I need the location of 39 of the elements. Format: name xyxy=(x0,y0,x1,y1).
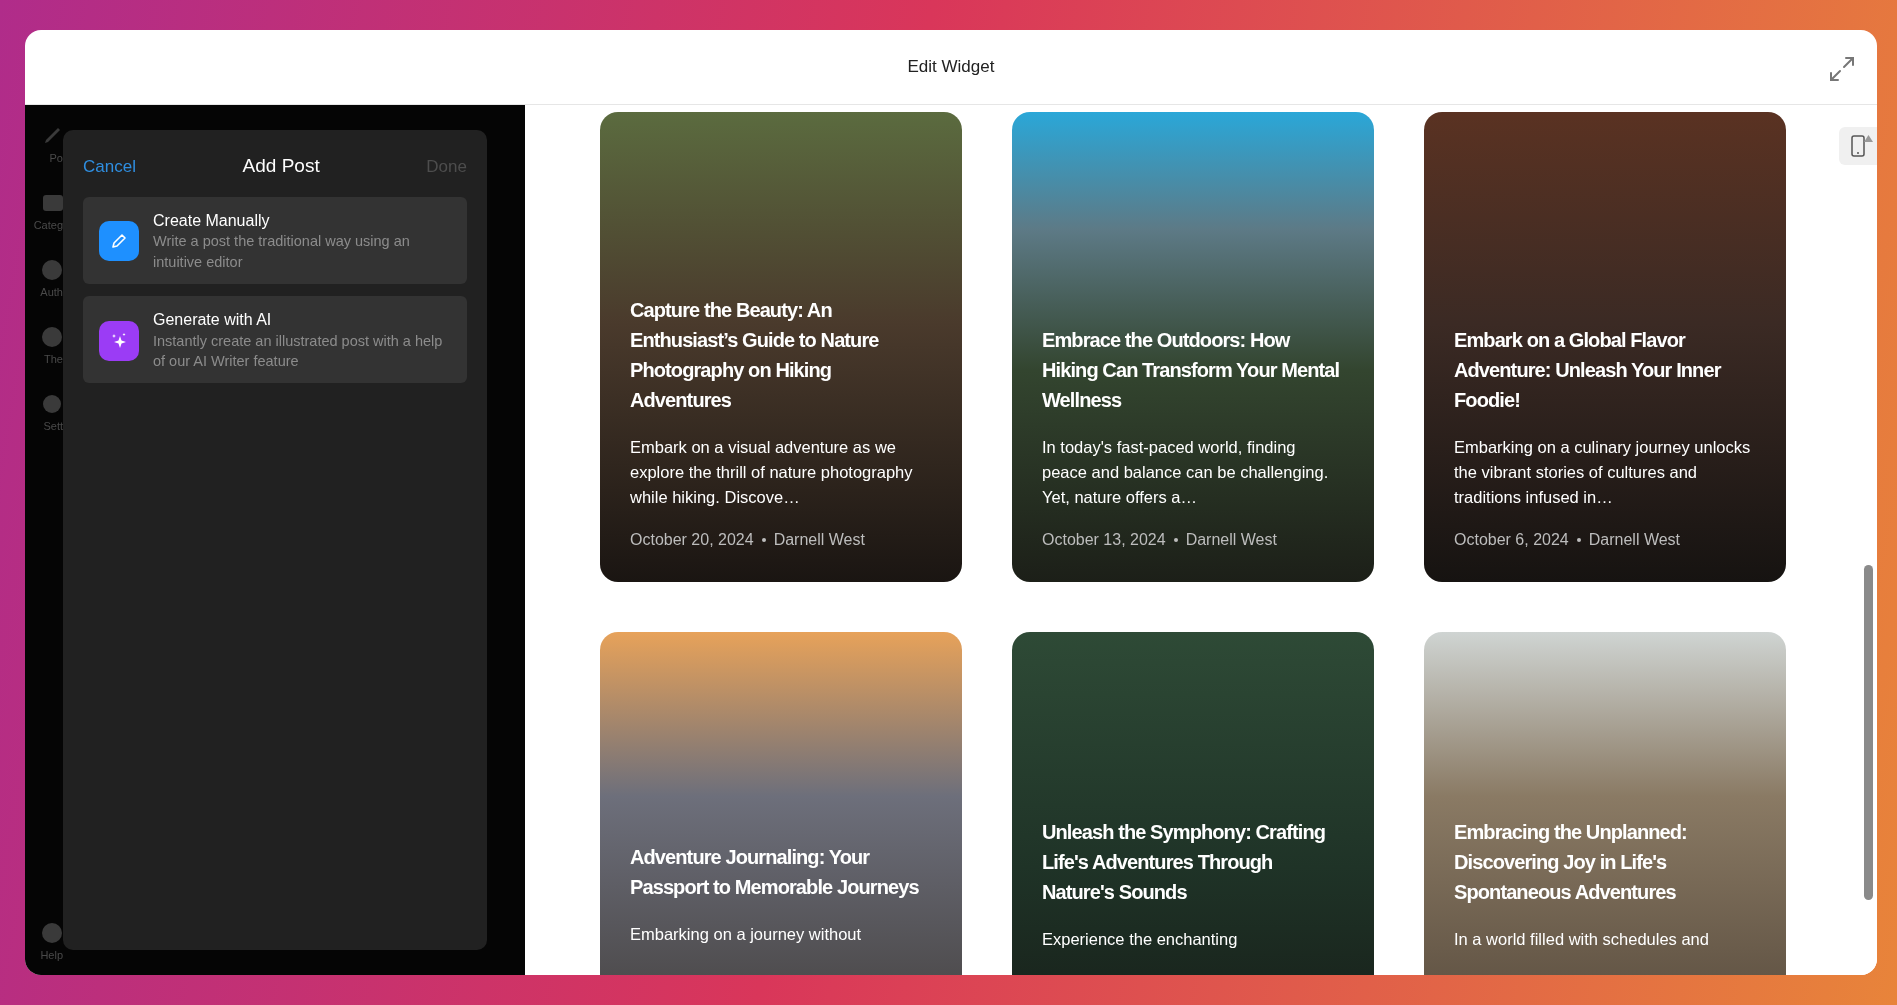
post-author: Darnell West xyxy=(1588,530,1681,550)
scroll-up-icon[interactable] xyxy=(1864,135,1873,142)
post-date: October 13, 2024 xyxy=(1042,530,1166,550)
post-excerpt: Embarking on a journey without xyxy=(630,924,863,945)
pencil-icon xyxy=(99,221,139,262)
post-excerpt: In today's fast-paced world, finding peace and balance can be challenging. Yet, nature offers a… xyxy=(1042,437,1330,508)
post-option[interactable]: Generate with AI Instantly create an illustrated post with a help of our AI Writer feature xyxy=(83,295,467,384)
post-excerpt: Embarking on a culinary journey unlocks the vibrant stories of cultures and traditions infused in… xyxy=(1454,437,1752,508)
post-author: Darnell West xyxy=(1185,530,1277,550)
post-excerpt: Experience the enchanting xyxy=(1042,929,1239,950)
sparkles-icon xyxy=(99,320,139,361)
post-excerpt: Embark on a visual adventure as we explore the thrill of nature photography while hiking. Discove… xyxy=(630,437,914,508)
post-card[interactable]: Embracing the Unplanned: Discovering Joy in Life's Spontaneous Adventures In a world filled with schedules and xyxy=(1424,632,1786,975)
expand-icon[interactable] xyxy=(1829,56,1855,82)
post-card[interactable] xyxy=(600,112,962,582)
post-title: Embracing the Unplanned: Discovering Joy in Life's Spontaneous Adventures xyxy=(1454,820,1688,905)
window-title: Edit Widget xyxy=(907,56,995,79)
scrollbar-thumb[interactable] xyxy=(1864,565,1873,900)
separator-dot xyxy=(1173,538,1178,542)
post-title: Adventure Journaling: Your Passport to Memorable Journeys xyxy=(630,845,920,900)
post-card[interactable]: Embark on a Global Flavor Adventure: Unleash Your Inner Foodie! Embarking on a culinary journey unlocks the vibrant stories of cultures and traditions infused in… October 6, 2024 Darnell West xyxy=(1424,112,1786,582)
post-card[interactable]: Adventure Journaling: Your Passport to Memorable Journeys Embarking on a journey without xyxy=(600,632,962,975)
post-date: October 6, 2024 xyxy=(1454,530,1569,550)
post-excerpt: In a world filled with schedules and xyxy=(1454,929,1710,950)
post-title: Capture the Beauty: An Enthusiast’s Guide to Nature Photography on Hiking Adventures xyxy=(630,298,880,413)
post-card[interactable]: Embrace the Outdoors: How Hiking Can Transform Your Mental Wellness In today's fast-paced world, finding peace and balance can be challenging. Yet, nature offers a… October 13, 2024 Darnell West xyxy=(1012,112,1374,582)
cancel-link[interactable]: Cancel xyxy=(83,153,136,179)
post-title: Embrace the Outdoors: How Hiking Can Transform Your Mental Wellness xyxy=(1042,328,1341,413)
separator-dot xyxy=(1576,538,1581,542)
post-date: October 20, 2024 xyxy=(630,530,754,550)
post-card[interactable]: Unleash the Symphony: Crafting Life's Adventures Through Nature's Sounds Experience the enchanting xyxy=(1012,632,1374,975)
phone-icon xyxy=(1851,135,1865,157)
post-author: Darnell West xyxy=(773,530,865,550)
post-option[interactable]: Create Manually Write a post the traditional way using an intuitive editor xyxy=(83,196,467,284)
post-title: Unleash the Symphony: Crafting Life's Adventures Through Nature's Sounds xyxy=(1042,820,1327,905)
separator-dot xyxy=(761,538,766,542)
panel-title: Add Post xyxy=(242,154,320,178)
mobile-preview-button[interactable] xyxy=(1839,127,1877,165)
post-title: Embark on a Global Flavor Adventure: Unleash Your Inner Foodie! xyxy=(1454,328,1723,413)
